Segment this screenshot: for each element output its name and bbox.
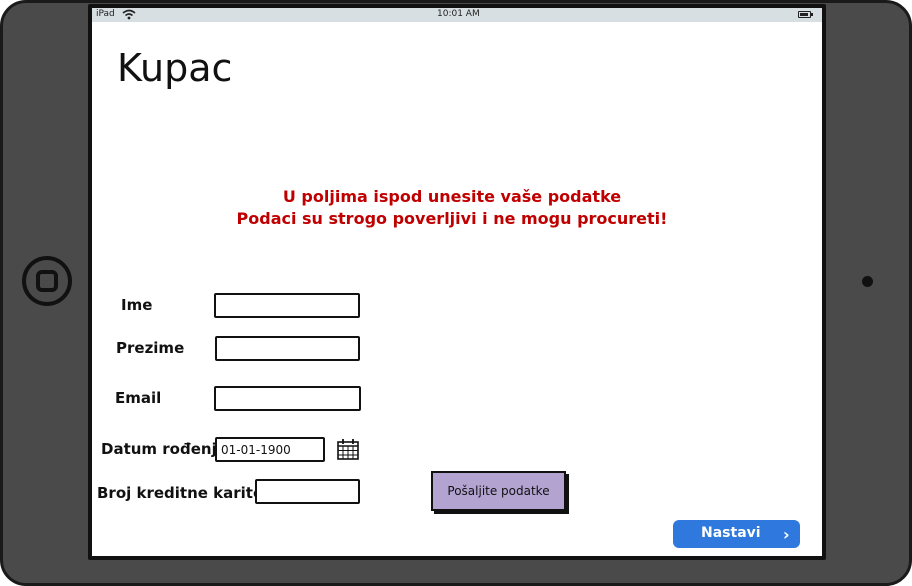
notice-line-2: Podaci su strogo poverljivi i ne mogu pr… (236, 209, 668, 228)
last-name-label: Prezime (116, 339, 185, 357)
first-name-input[interactable] (214, 293, 360, 318)
status-bar: iPad 10:01 AM (92, 8, 822, 22)
calendar-icon[interactable] (337, 438, 359, 460)
status-carrier: iPad (96, 9, 115, 19)
wifi-icon (122, 9, 136, 20)
birthdate-input[interactable] (215, 437, 325, 462)
submit-data-button[interactable]: Pošaljite podatke (431, 471, 566, 511)
credit-card-label: Broj kreditne karitce (97, 484, 273, 502)
privacy-notice: U poljima ispod unesite vaše podatke Pod… (92, 186, 812, 230)
credit-card-input[interactable] (255, 479, 360, 504)
camera-dot (862, 276, 873, 287)
next-button-label: Nastavi (701, 525, 761, 541)
page-title: Kupac (117, 46, 233, 90)
next-button[interactable]: Nastavi › (673, 520, 800, 548)
home-button[interactable] (22, 256, 72, 306)
birthdate-label: Datum rođenja (101, 440, 227, 458)
status-time: 10:01 AM (437, 9, 480, 19)
notice-line-1: U poljima ispod unesite vaše podatke (282, 187, 622, 206)
screen: iPad 10:01 AM Kupac U poljima ispod unes… (92, 8, 822, 556)
email-input[interactable] (214, 386, 361, 411)
first-name-label: Ime (121, 296, 153, 314)
last-name-input[interactable] (215, 336, 360, 361)
chevron-right-icon: › (783, 525, 790, 544)
battery-icon (798, 11, 813, 18)
email-label: Email (115, 389, 162, 407)
